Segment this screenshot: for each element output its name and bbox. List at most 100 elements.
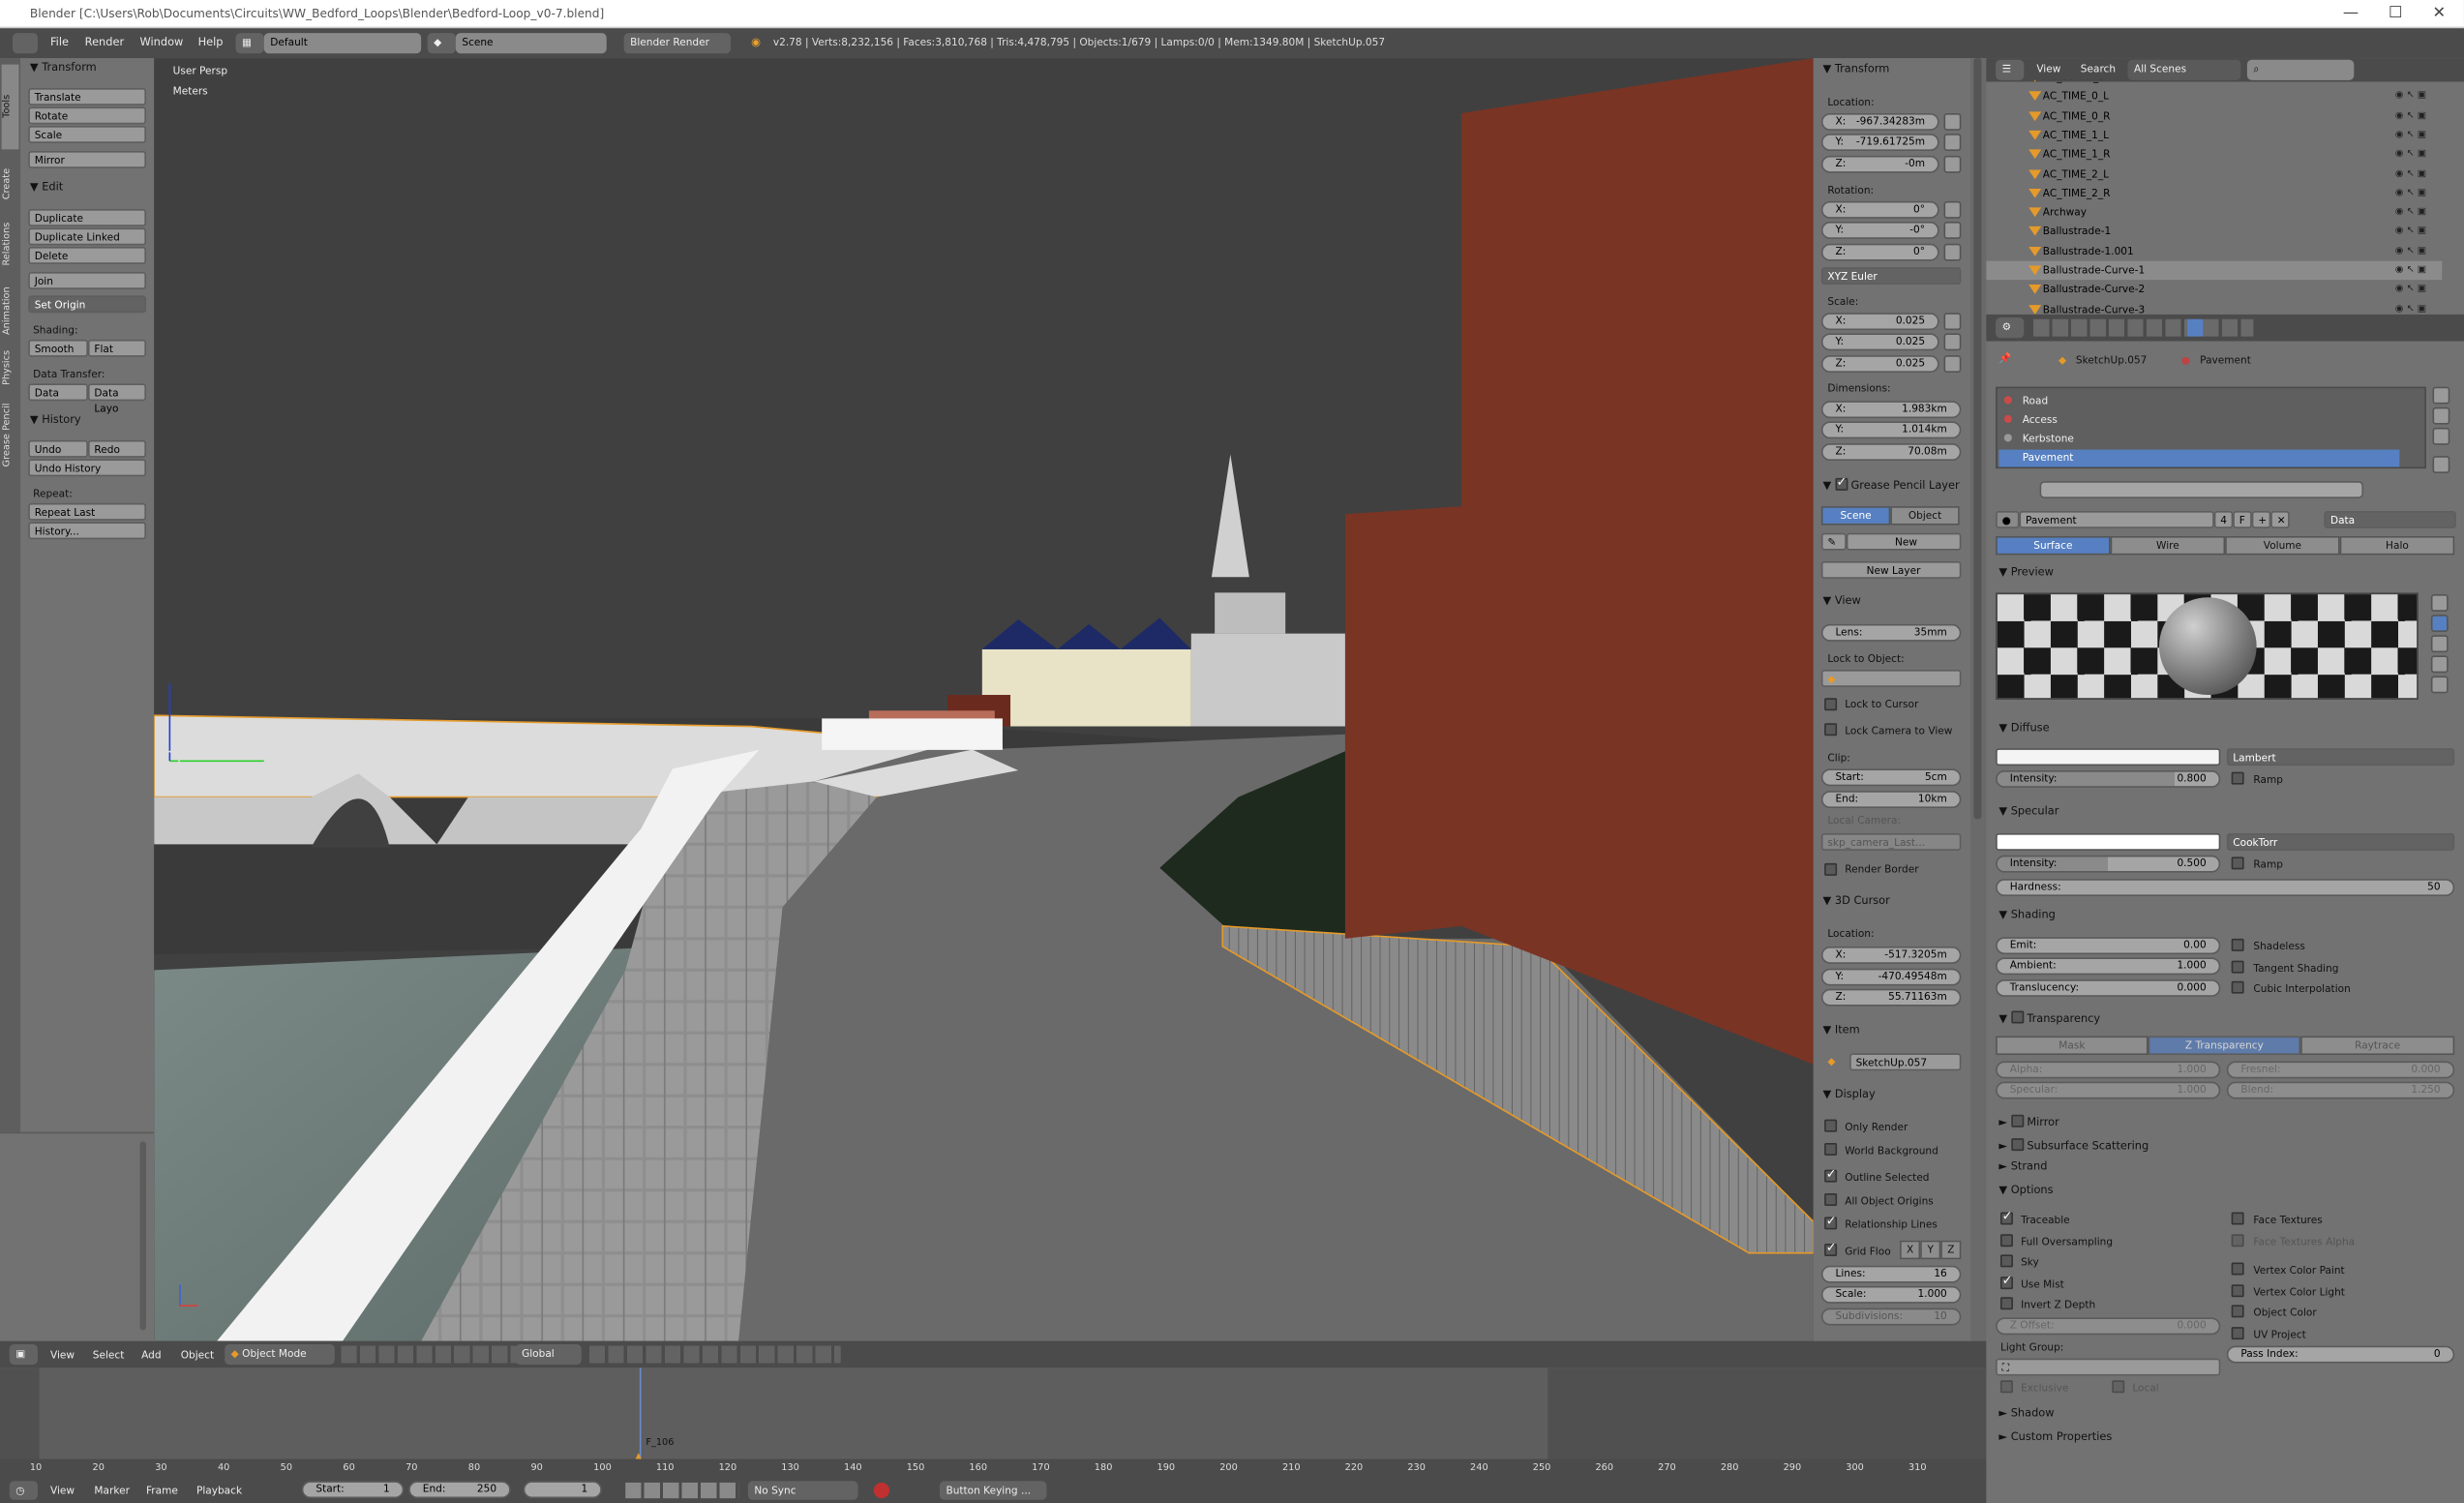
shadeless-checkbox[interactable]	[2231, 938, 2244, 951]
delete-button[interactable]: Delete	[28, 247, 147, 264]
use-mist-checkbox[interactable]	[1999, 1274, 2013, 1290]
properties-context-tabs[interactable]	[2033, 318, 2254, 337]
preview-panel-header[interactable]: ▼ Preview	[1998, 566, 2054, 579]
timeline-playback-menu[interactable]: Playback	[196, 1485, 242, 1497]
tab-create[interactable]: Create	[2, 153, 19, 199]
add-slot-button[interactable]	[2432, 386, 2450, 405]
timeline[interactable]: F_106 ▲ 10 20 30 40 50 60 70 80 90 100 110 120 130 14…	[0, 1368, 1987, 1479]
diffuse-color-swatch[interactable]	[1996, 748, 2221, 767]
lock-to-cursor-checkbox[interactable]	[1824, 698, 1838, 711]
grid-x-toggle[interactable]: X	[1900, 1240, 1921, 1260]
halo-tab[interactable]: Halo	[2339, 535, 2455, 556]
visibility-toggle-icon[interactable]: ◉ ↖ ▣	[2395, 165, 2426, 183]
cursor-y-field[interactable]: Y: -470.49548m	[1820, 968, 1962, 986]
traceable-checkbox[interactable]	[1999, 1209, 2013, 1225]
history-button[interactable]: History...	[28, 522, 147, 540]
outliner-display-mode[interactable]: All Scenes	[2127, 59, 2241, 80]
remove-slot-button[interactable]	[2432, 406, 2450, 425]
material-browse-icon[interactable]: ●	[1996, 510, 2020, 528]
visibility-toggle-icon[interactable]: ◉ ↖ ▣	[2395, 261, 2426, 280]
material-slot-selected[interactable]: Pavement	[1998, 449, 2400, 467]
menu-file[interactable]: File	[50, 28, 69, 58]
mirror-button[interactable]: Mirror	[28, 150, 147, 168]
history-panel-header[interactable]: ▼ History	[30, 413, 81, 426]
translate-button[interactable]: Translate	[28, 87, 147, 105]
current-frame-field[interactable]: 1	[523, 1481, 602, 1499]
z-offset-field[interactable]: Z Offset: 0.000	[1996, 1317, 2221, 1336]
set-origin-dropdown[interactable]: Set Origin	[28, 295, 147, 314]
grid-y-toggle[interactable]: Y	[1920, 1240, 1941, 1260]
mirror-panel-header[interactable]: ► Mirror	[1998, 1113, 2059, 1128]
local-checkbox[interactable]	[2112, 1380, 2125, 1394]
timeline-editor-icon[interactable]: ◷	[9, 1481, 38, 1500]
invert-z-checkbox[interactable]	[1999, 1297, 2013, 1310]
lock-icon[interactable]	[1943, 222, 1962, 239]
light-group-field[interactable]: ⛶	[1996, 1358, 2221, 1376]
rotation-z-field[interactable]: Z: 0°	[1820, 243, 1939, 261]
lens-field[interactable]: Lens: 35mm	[1820, 623, 1962, 642]
visibility-toggle-icon[interactable]: ◉ ↖ ▣	[2395, 106, 2426, 125]
full-oversampling-checkbox[interactable]	[1999, 1234, 2013, 1247]
transparency-z-tab[interactable]: Z Transparency	[2148, 1036, 2301, 1056]
move-slot-button[interactable]	[2432, 456, 2450, 473]
close-icon[interactable]: ✕	[2432, 0, 2446, 28]
undo-history-button[interactable]: Undo History	[28, 459, 147, 477]
editor-type-icon[interactable]	[12, 33, 38, 54]
breadcrumb-material[interactable]: Pavement	[2200, 354, 2251, 367]
face-textures-checkbox[interactable]	[2231, 1212, 2244, 1225]
scale-z-field[interactable]: Z: 0.025	[1820, 355, 1939, 374]
properties-editor-icon[interactable]: ⚙	[1996, 317, 2025, 339]
render-border-checkbox[interactable]	[1824, 862, 1838, 876]
outliner-row[interactable]: Ballustrade-1 ◉ ↖ ▣	[1986, 223, 2442, 241]
uv-project-checkbox[interactable]	[2231, 1327, 2244, 1340]
alpha-field[interactable]: Alpha: 1.000	[1996, 1061, 2221, 1079]
diffuse-panel-header[interactable]: ▼ Diffuse	[1998, 722, 2049, 735]
pin-icon[interactable]: 📌	[1998, 352, 2011, 365]
preview-cube-icon[interactable]	[2430, 635, 2449, 653]
grid-floor-checkbox[interactable]	[1824, 1241, 1838, 1256]
material-link-select[interactable]: Data	[2324, 510, 2456, 528]
unlink-material-icon[interactable]: ✕	[2270, 510, 2290, 528]
visibility-toggle-icon[interactable]: ◉ ↖ ▣	[2395, 223, 2426, 241]
diffuse-intensity-field[interactable]: Intensity: 0.800	[1996, 770, 2221, 788]
record-icon[interactable]	[873, 1482, 890, 1499]
location-x-field[interactable]: X: -967.34283m	[1820, 112, 1939, 131]
tab-physics[interactable]: Physics	[2, 338, 19, 385]
surface-tab[interactable]: Surface	[1996, 535, 2111, 556]
tab-animation[interactable]: Animation	[2, 269, 19, 335]
visibility-toggle-icon[interactable]: ◉ ↖ ▣	[2395, 281, 2426, 299]
tangent-shading-checkbox[interactable]	[2231, 960, 2244, 974]
specular-shader-select[interactable]: CookTorr	[2226, 832, 2455, 851]
visibility-toggle-icon[interactable]: ◉ ↖ ▣	[2395, 184, 2426, 202]
outliner-row[interactable]: AC_START_3 ◉ ↖ ▣	[1986, 79, 2442, 86]
all-object-origins-checkbox[interactable]	[1824, 1192, 1838, 1206]
clip-end-field[interactable]: End: 10km	[1820, 791, 1962, 808]
start-frame-field[interactable]: Start: 1	[301, 1481, 405, 1499]
transform-orientation-select[interactable]: Global	[515, 1343, 582, 1366]
clip-start-field[interactable]: Start: 5cm	[1820, 768, 1962, 787]
grease-pencil-layer-header[interactable]: ▼ Grease Pencil Layer	[1822, 475, 1959, 493]
menu-help[interactable]: Help	[198, 28, 224, 58]
lock-icon[interactable]	[1943, 333, 1962, 351]
repeat-last-button[interactable]: Repeat Last	[28, 502, 147, 521]
data-button[interactable]: Data	[28, 383, 88, 402]
minimize-icon[interactable]: —	[2343, 0, 2359, 28]
duplicate-button[interactable]: Duplicate	[28, 209, 147, 226]
dimension-z-field[interactable]: Z: 70.08m	[1820, 443, 1962, 461]
scale-button[interactable]: Scale	[28, 125, 147, 143]
volume-tab[interactable]: Volume	[2225, 535, 2340, 556]
preview-sphere-icon[interactable]	[2430, 615, 2449, 633]
material-tab-icon[interactable]	[2187, 318, 2204, 337]
wire-tab[interactable]: Wire	[2110, 535, 2226, 556]
layer-buttons[interactable]	[588, 1345, 841, 1364]
emit-field[interactable]: Emit: 0.00	[1996, 937, 2221, 955]
gp-new-button[interactable]: New	[1846, 532, 1962, 551]
outliner-row[interactable]: AC_TIME_0_R ◉ ↖ ▣	[1986, 106, 2442, 125]
preview-flat-icon[interactable]	[2430, 594, 2449, 612]
3d-select-menu[interactable]: Select	[93, 1349, 125, 1362]
lock-camera-checkbox[interactable]	[1824, 723, 1838, 736]
view-panel-header[interactable]: ▼ View	[1822, 594, 1860, 607]
redo-button[interactable]: Redo	[87, 439, 147, 458]
keying-set-select[interactable]: Button Keying ...	[939, 1481, 1047, 1500]
flat-button[interactable]: Flat	[87, 339, 147, 357]
